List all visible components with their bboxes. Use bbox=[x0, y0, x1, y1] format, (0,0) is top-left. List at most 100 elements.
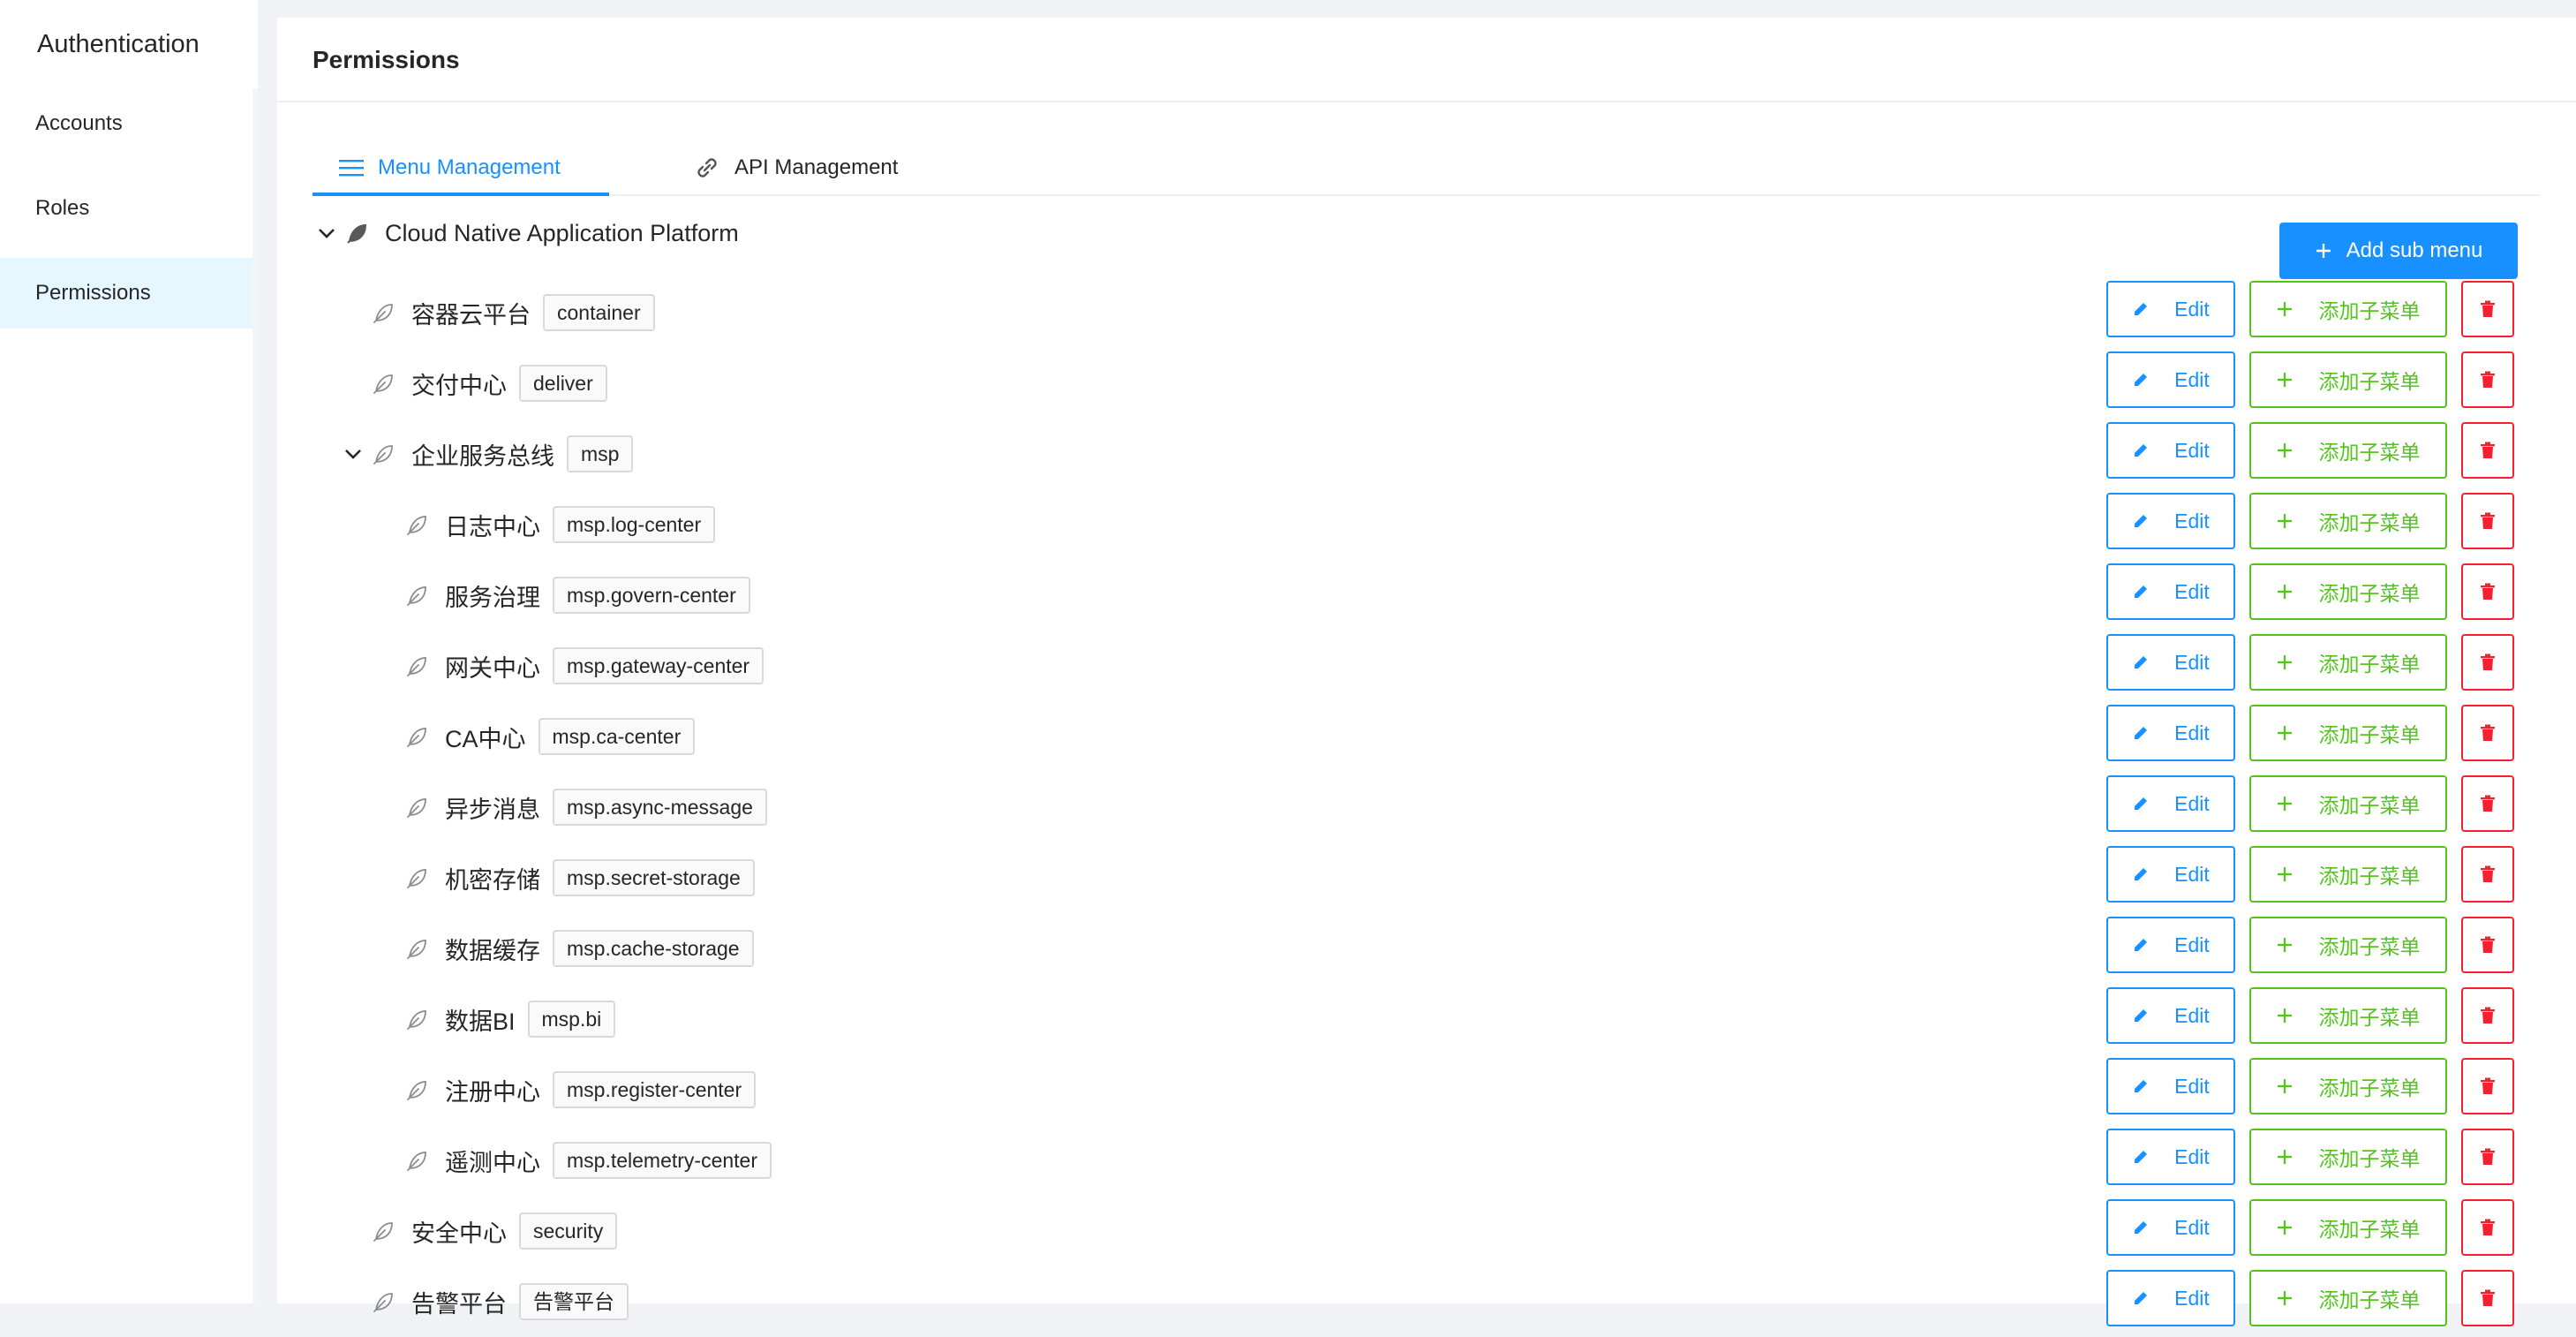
edit-button[interactable]: Edit bbox=[2106, 493, 2235, 549]
add-child-button[interactable]: 添加子菜单 bbox=[2249, 1270, 2447, 1326]
add-child-button[interactable]: 添加子菜单 bbox=[2249, 563, 2447, 620]
add-child-button[interactable]: 添加子菜单 bbox=[2249, 917, 2447, 973]
delete-button[interactable] bbox=[2461, 705, 2514, 761]
add-child-button[interactable]: 添加子菜单 bbox=[2249, 705, 2447, 761]
delete-button[interactable] bbox=[2461, 917, 2514, 973]
edit-button[interactable]: Edit bbox=[2106, 351, 2235, 408]
tree-node: 异步消息 msp.async-message bbox=[404, 772, 767, 842]
plus-icon bbox=[2277, 1078, 2305, 1094]
tree-node-key-tag: msp.ca-center bbox=[538, 718, 696, 755]
tree-node: 容器云平台 container bbox=[371, 277, 655, 348]
edit-button[interactable]: Edit bbox=[2106, 563, 2235, 620]
sidebar-item-permissions[interactable]: Permissions bbox=[0, 258, 258, 329]
tree-row: 数据BI msp.bi Edit 添加子菜单 bbox=[277, 984, 2576, 1054]
add-child-button[interactable]: 添加子菜单 bbox=[2249, 1129, 2447, 1185]
chevron-down-icon[interactable] bbox=[341, 442, 365, 466]
delete-icon bbox=[2480, 1007, 2496, 1024]
edit-button[interactable]: Edit bbox=[2106, 422, 2235, 479]
delete-button[interactable] bbox=[2461, 987, 2514, 1044]
delete-button[interactable] bbox=[2461, 775, 2514, 832]
add-child-label: 添加子菜单 bbox=[2318, 370, 2421, 393]
edit-label: Edit bbox=[2174, 297, 2210, 321]
tree-node-key-tag: security bbox=[519, 1212, 618, 1250]
edit-button[interactable]: Edit bbox=[2106, 917, 2235, 973]
add-child-button[interactable]: 添加子菜单 bbox=[2249, 987, 2447, 1044]
delete-button[interactable] bbox=[2461, 422, 2514, 479]
delete-button[interactable] bbox=[2461, 1270, 2514, 1326]
add-child-label: 添加子菜单 bbox=[2318, 935, 2421, 958]
add-sub-menu-label: Add sub menu bbox=[2346, 238, 2483, 262]
edit-icon bbox=[2132, 442, 2162, 459]
delete-icon bbox=[2480, 300, 2496, 318]
row-actions: Edit 添加子菜单 bbox=[2106, 634, 2514, 691]
delete-button[interactable] bbox=[2461, 846, 2514, 903]
add-sub-menu-button[interactable]: Add sub menu bbox=[2279, 223, 2518, 279]
add-child-button[interactable]: 添加子菜单 bbox=[2249, 281, 2447, 337]
add-child-button[interactable]: 添加子菜单 bbox=[2249, 634, 2447, 691]
edit-button[interactable]: Edit bbox=[2106, 987, 2235, 1044]
tree-node-key-tag: msp.telemetry-center bbox=[553, 1142, 772, 1179]
delete-button[interactable] bbox=[2461, 281, 2514, 337]
edit-button[interactable]: Edit bbox=[2106, 1199, 2235, 1256]
delete-button[interactable] bbox=[2461, 1058, 2514, 1114]
tree-node-key-tag: msp.log-center bbox=[553, 506, 716, 543]
add-child-button[interactable]: 添加子菜单 bbox=[2249, 422, 2447, 479]
add-child-label: 添加子菜单 bbox=[2318, 582, 2421, 605]
delete-button[interactable] bbox=[2461, 1129, 2514, 1185]
edit-button[interactable]: Edit bbox=[2106, 1270, 2235, 1326]
tree-row: 异步消息 msp.async-message Edit 添加子菜单 bbox=[277, 772, 2576, 842]
edit-label: Edit bbox=[2174, 933, 2210, 956]
delete-icon bbox=[2480, 936, 2496, 954]
edit-button[interactable]: Edit bbox=[2106, 705, 2235, 761]
delete-button[interactable] bbox=[2461, 634, 2514, 691]
delete-button[interactable] bbox=[2461, 351, 2514, 408]
tree-node-key-tag: msp.async-message bbox=[553, 789, 767, 826]
edit-icon bbox=[2132, 1219, 2162, 1236]
add-child-button[interactable]: 添加子菜单 bbox=[2249, 351, 2447, 408]
add-child-button[interactable]: 添加子菜单 bbox=[2249, 846, 2447, 903]
delete-icon bbox=[2480, 724, 2496, 742]
delete-button[interactable] bbox=[2461, 493, 2514, 549]
add-child-label: 添加子菜单 bbox=[2318, 1147, 2421, 1170]
add-child-button[interactable]: 添加子菜单 bbox=[2249, 775, 2447, 832]
plus-icon bbox=[2277, 654, 2305, 670]
edit-label: Edit bbox=[2174, 862, 2210, 886]
tree-node-title: 数据BI bbox=[445, 1008, 516, 1035]
add-child-button[interactable]: 添加子菜单 bbox=[2249, 1058, 2447, 1114]
add-child-button[interactable]: 添加子菜单 bbox=[2249, 1199, 2447, 1256]
delete-button[interactable] bbox=[2461, 563, 2514, 620]
tree-node: 告警平台 告警平台 bbox=[371, 1266, 629, 1337]
edit-icon bbox=[2132, 1077, 2162, 1095]
edit-button[interactable]: Edit bbox=[2106, 1129, 2235, 1185]
leaf-icon bbox=[371, 1218, 397, 1244]
edit-label: Edit bbox=[2174, 367, 2210, 391]
add-child-button[interactable]: 添加子菜单 bbox=[2249, 493, 2447, 549]
row-actions: Edit 添加子菜单 bbox=[2106, 1199, 2514, 1256]
row-actions: Edit 添加子菜单 bbox=[2106, 1129, 2514, 1185]
tree-node: 网关中心 msp.gateway-center bbox=[404, 631, 765, 701]
plus-icon bbox=[2277, 796, 2305, 812]
leaf-icon bbox=[404, 653, 431, 679]
edit-button[interactable]: Edit bbox=[2106, 846, 2235, 903]
tree-row: 注册中心 msp.register-center Edit 添加子菜单 bbox=[277, 1054, 2576, 1125]
row-actions: Edit 添加子菜单 bbox=[2106, 705, 2514, 761]
tree-node-title: 机密存储 bbox=[445, 866, 540, 894]
tree-node: 日志中心 msp.log-center bbox=[404, 489, 716, 560]
tree-node-title: 服务治理 bbox=[445, 584, 540, 611]
delete-button[interactable] bbox=[2461, 1199, 2514, 1256]
edit-button[interactable]: Edit bbox=[2106, 775, 2235, 832]
sidebar-brand: Authentication bbox=[37, 30, 200, 58]
edit-button[interactable]: Edit bbox=[2106, 634, 2235, 691]
edit-icon bbox=[2132, 724, 2162, 742]
sidebar-item-roles[interactable]: Roles bbox=[0, 173, 258, 244]
tree-row: 遥测中心 msp.telemetry-center Edit 添加子菜单 bbox=[277, 1125, 2576, 1196]
edit-button[interactable]: Edit bbox=[2106, 281, 2235, 337]
edit-button[interactable]: Edit bbox=[2106, 1058, 2235, 1114]
sidebar-item-accounts[interactable]: Accounts bbox=[0, 88, 258, 159]
edit-label: Edit bbox=[2174, 1003, 2210, 1027]
leaf-icon bbox=[404, 794, 431, 820]
plus-icon bbox=[2277, 1290, 2305, 1306]
chevron-down-icon[interactable] bbox=[314, 221, 339, 245]
leaf-icon bbox=[371, 441, 397, 467]
edit-icon bbox=[2132, 653, 2162, 671]
